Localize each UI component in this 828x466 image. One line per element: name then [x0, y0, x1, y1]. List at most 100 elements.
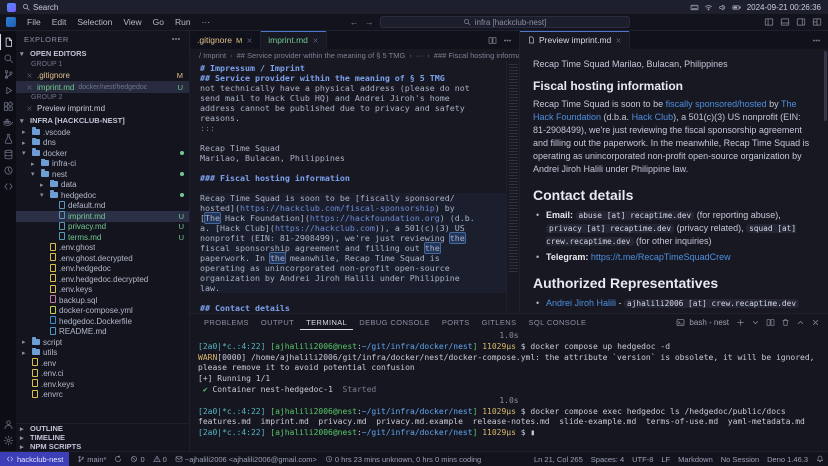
more-actions-button[interactable]: [503, 36, 512, 45]
close-icon[interactable]: [312, 37, 319, 44]
customize-layout-icon[interactable]: [812, 17, 822, 27]
section-timeline[interactable]: ▸TIMELINE: [16, 433, 189, 442]
system-search[interactable]: Search: [22, 3, 58, 12]
tree-file-imprint-md[interactable]: imprint.mdU: [16, 211, 189, 222]
close-icon[interactable]: [26, 84, 33, 91]
breadcrumb-item[interactable]: ···: [416, 51, 424, 60]
tree-file-env-keys[interactable]: .env.keys: [16, 285, 189, 296]
tree-file-env-hedgedoc-decrypted[interactable]: .env.hedgedoc.decrypted: [16, 274, 189, 285]
database-icon[interactable]: [0, 146, 16, 162]
preview-link[interactable]: fiscally sponsored/hosted: [666, 99, 767, 109]
tree-file-privacy-md[interactable]: privacy.mdU: [16, 222, 189, 233]
code-line[interactable]: ## Contact details: [200, 303, 506, 313]
code-editor[interactable]: # Impressum / Imprint## Service provider…: [190, 61, 506, 313]
tree-file-env-hedgedoc[interactable]: .env.hedgedoc: [16, 264, 189, 275]
status-bell[interactable]: [812, 452, 828, 466]
search-icon[interactable]: [0, 50, 16, 66]
minimap[interactable]: [506, 61, 519, 313]
status-markdown[interactable]: Markdown: [674, 452, 717, 466]
status-branch[interactable]: main*: [73, 452, 110, 466]
code-line[interactable]: reasons.: [200, 113, 506, 123]
terminal-output[interactable]: 1.0s[2a0|*c.:4:22] [ajhalili2006@nest:~/…: [190, 330, 828, 451]
code-line[interactable]: ## Service provider within the meaning o…: [200, 73, 506, 83]
workspace-section-header[interactable]: ▾ INFRA [HACKCLUB-NEST]: [16, 114, 189, 127]
breadcrumb-item[interactable]: / Imprint: [199, 51, 226, 60]
tree-file-envrc[interactable]: .envrc: [16, 390, 189, 401]
tree-file-backup-sql[interactable]: backup.sql: [16, 295, 189, 306]
layout-right-icon[interactable]: [796, 17, 806, 27]
preview-scrollbar[interactable]: [824, 51, 827, 121]
menu-selection[interactable]: Selection: [72, 16, 117, 28]
tree-file-default-md[interactable]: default.md: [16, 201, 189, 212]
menu-file[interactable]: File: [22, 16, 46, 28]
tree-file-env[interactable]: .env: [16, 358, 189, 369]
gitlens-icon[interactable]: [0, 162, 16, 178]
status-error[interactable]: 0: [126, 452, 148, 466]
code-line[interactable]: law.: [200, 283, 506, 293]
code-line[interactable]: [The Hack Foundation](https://hackfounda…: [200, 213, 506, 223]
code-line[interactable]: [200, 163, 506, 173]
panel-tab-terminal[interactable]: TERMINAL: [300, 314, 353, 330]
terminal-picker-button[interactable]: [751, 318, 760, 327]
remote-indicator[interactable]: hackclub-nest: [0, 452, 69, 466]
tree-folder-infra-ci[interactable]: ▸infra-ci: [16, 159, 189, 170]
status-clock[interactable]: 0 hrs 23 mins unknown, 0 hrs 0 mins codi…: [321, 452, 485, 466]
code-line[interactable]: address cannot be published due to priva…: [200, 103, 506, 113]
forward-button[interactable]: →: [365, 17, 374, 27]
open-editor-gitignore[interactable]: .gitignoreM: [16, 69, 189, 81]
terminal-selector[interactable]: bash - nest: [676, 318, 729, 327]
code-line[interactable]: operating as unincorporated non-profit o…: [200, 263, 506, 273]
panel-tab-gitlens[interactable]: GITLENS: [476, 314, 523, 330]
explorer-actions-button[interactable]: [171, 34, 181, 44]
code-line[interactable]: [200, 293, 506, 303]
status-deno-1-46-3[interactable]: Deno 1.46.3: [763, 452, 812, 466]
code-line[interactable]: fiscal sponsorship agreement and filling…: [200, 243, 506, 253]
layout-panel-icon[interactable]: [780, 17, 790, 27]
code-line[interactable]: [200, 183, 506, 193]
menu-go[interactable]: Go: [148, 16, 169, 28]
tree-file-hedgedoc-dockerfile[interactable]: hedgedoc.Dockerfile: [16, 316, 189, 327]
close-panel-button[interactable]: [811, 318, 820, 327]
menu-view[interactable]: View: [118, 16, 146, 28]
panel-tab-ports[interactable]: PORTS: [436, 314, 476, 330]
status-lf[interactable]: LF: [657, 452, 674, 466]
tree-file-env-ghost[interactable]: .env.ghost: [16, 243, 189, 254]
section-npm-scripts[interactable]: ▸NPM SCRIPTS: [16, 442, 189, 451]
tree-file-env-ghost-decrypted[interactable]: .env.ghost.decrypted: [16, 253, 189, 264]
extensions-icon[interactable]: [0, 98, 16, 114]
code-line[interactable]: a. [Hack Club](https://hackclub.com)), a…: [200, 223, 506, 233]
panel-tab-sql-console[interactable]: SQL CONSOLE: [523, 314, 593, 330]
code-line[interactable]: :::: [200, 123, 506, 133]
code-line[interactable]: Marilao, Bulacan, Philippines: [200, 153, 506, 163]
close-icon[interactable]: [615, 37, 622, 44]
preview-link[interactable]: Hack Club: [632, 112, 674, 122]
tree-file-env-ci[interactable]: .env.ci: [16, 369, 189, 380]
run-debug-icon[interactable]: [0, 82, 16, 98]
settings-icon[interactable]: [0, 432, 16, 448]
remote-explorer-icon[interactable]: [0, 178, 16, 194]
panel-tab-output[interactable]: OUTPUT: [255, 314, 300, 330]
status-mail[interactable]: ~ajhalili2006 <ajhalili2006@gmail.com>: [171, 452, 321, 466]
explorer-icon[interactable]: [0, 34, 16, 50]
open-editor-preview-imprint-md[interactable]: Preview imprint.md: [16, 102, 189, 114]
status-utf-8[interactable]: UTF-8: [628, 452, 657, 466]
preview-link[interactable]: Andrei Jiroh Halili: [546, 298, 616, 308]
breadcrumb-item[interactable]: ### Fiscal hosting information: [434, 51, 519, 60]
code-line[interactable]: Recap Time Squad is soon to be [fiscally…: [200, 193, 506, 203]
system-app-icon[interactable]: [7, 3, 16, 12]
account-icon[interactable]: [0, 416, 16, 432]
breadcrumb[interactable]: / Imprint›## Service provider within the…: [190, 49, 519, 61]
section-outline[interactable]: ▸OUTLINE: [16, 424, 189, 433]
close-icon[interactable]: [26, 72, 33, 79]
tree-file-docker-compose-yml[interactable]: docker-compose.yml: [16, 306, 189, 317]
tree-folder-dns[interactable]: ▸dns: [16, 138, 189, 149]
status-spaces-4[interactable]: Spaces: 4: [587, 452, 628, 466]
code-line[interactable]: hosted](https://hackclub.com/fiscal-spon…: [200, 203, 506, 213]
preview-link[interactable]: https://t.me/RecapTimeSquadCrew: [591, 252, 731, 262]
tab-imprint-md[interactable]: imprint.md: [261, 31, 327, 49]
code-line[interactable]: send mail to Hack Club HQ) and Andrei Ji…: [200, 93, 506, 103]
code-line[interactable]: ### Fiscal hosting information: [200, 173, 506, 183]
code-line[interactable]: not technically have a physical address …: [200, 83, 506, 93]
open-editor-imprint-md[interactable]: imprint.mddocker/nest/hedgedocU: [16, 81, 189, 93]
back-button[interactable]: ←: [350, 17, 359, 27]
